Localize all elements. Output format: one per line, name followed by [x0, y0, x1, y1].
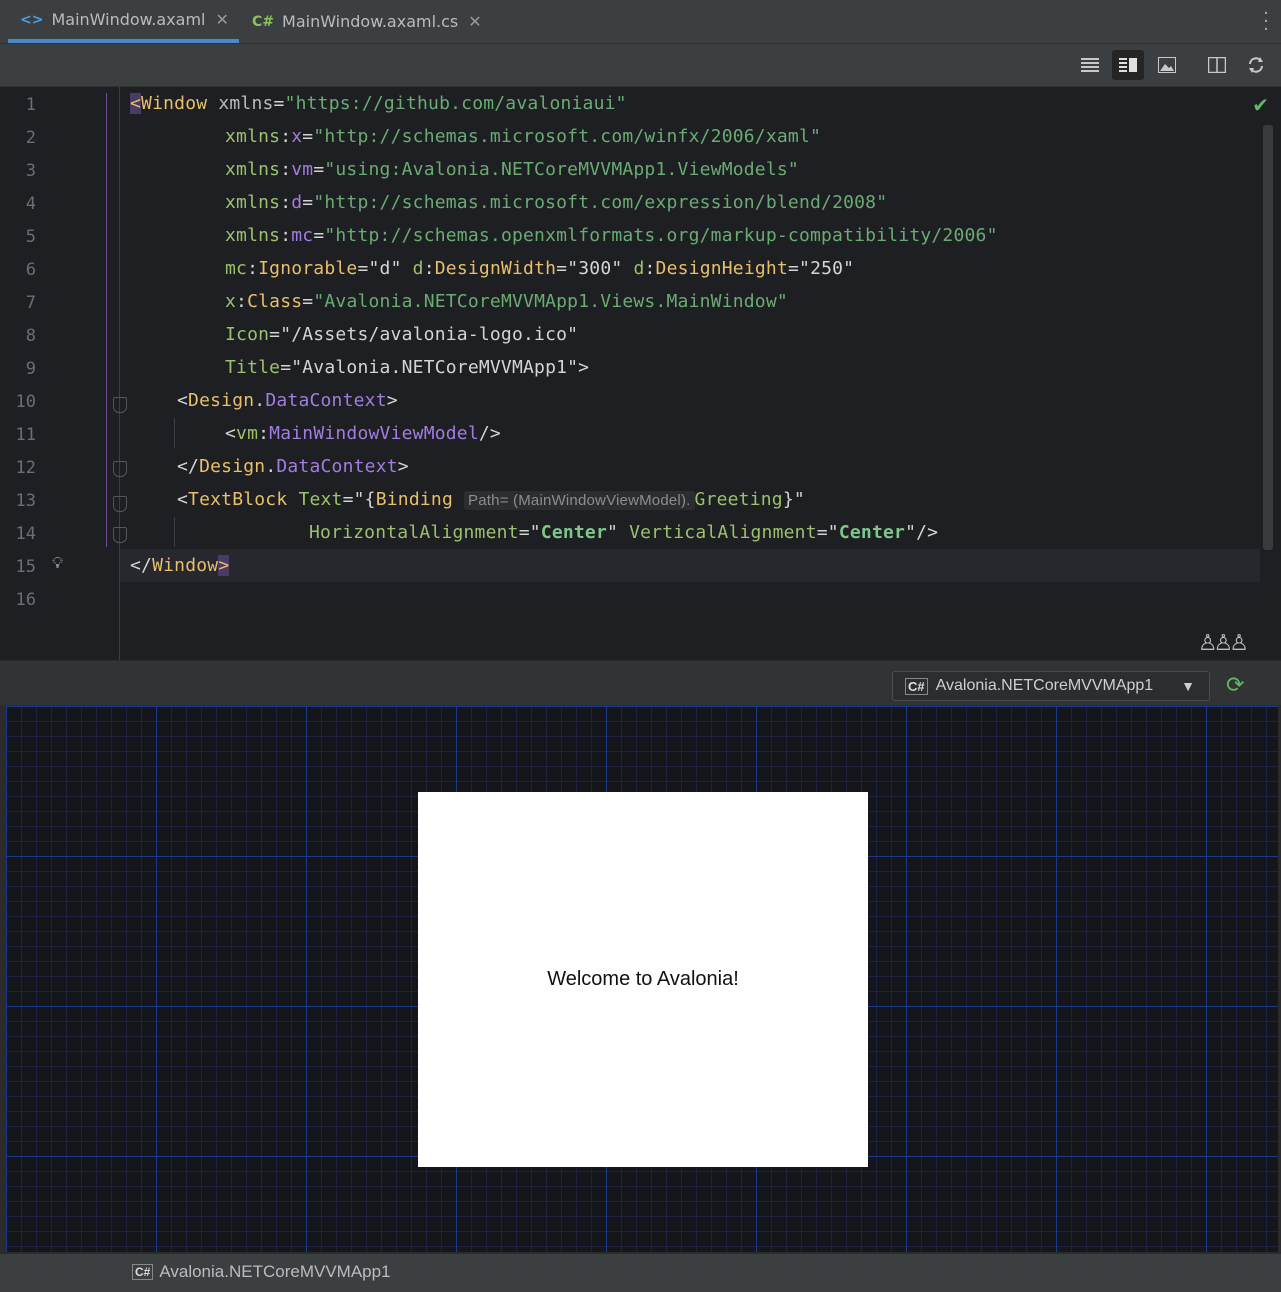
code-line: xmlns:vm="using:Avalonia.NETCoreMVVMApp1…: [225, 159, 799, 180]
list-view-icon[interactable]: [1074, 50, 1106, 80]
split-vertical-icon[interactable]: [1201, 50, 1233, 80]
tab-label: MainWindow.axaml: [51, 10, 206, 29]
ai-assistant-icon[interactable]: ♙♙♙: [1198, 631, 1249, 656]
project-config-label: Avalonia.NETCoreMVVMApp1: [935, 677, 1154, 694]
code-line: xmlns:d="http://schemas.microsoft.com/ex…: [225, 192, 888, 213]
preview-toolbar: C# Avalonia.NETCoreMVVMApp1 ▼ ⟳: [0, 661, 1281, 705]
window-preview[interactable]: Welcome to Avalonia!: [418, 792, 868, 1167]
code-line: <TextBlock Text="{Binding Path= (MainWin…: [177, 489, 805, 510]
code-line: Icon="/Assets/avalonia-logo.ico": [225, 324, 579, 345]
csharp-project-icon: C#: [132, 1264, 154, 1280]
code-line: <Design.DataContext>: [177, 390, 398, 411]
status-project-label: Avalonia.NETCoreMVVMApp1: [159, 1262, 391, 1281]
code-line: Title="Avalonia.NETCoreMVVMApp1">: [225, 357, 590, 378]
code-line: mc:Ignorable="d" d:DesignWidth="300" d:D…: [225, 258, 855, 279]
line-number: 11: [15, 425, 36, 445]
line-number: 15: [15, 557, 36, 577]
tab-mainwindow-axaml[interactable]: <> MainWindow.axaml ✕: [8, 0, 239, 43]
code-line: HorizontalAlignment="Center" VerticalAli…: [309, 522, 939, 543]
line-number: 5: [25, 227, 36, 247]
code-editor[interactable]: 1 2 3 4 5 6 7 8 9 10 11 12 13 14 15 16 <…: [0, 87, 1281, 660]
code-line: </Design.DataContext>: [177, 456, 409, 477]
line-number: 12: [15, 458, 36, 478]
fold-marker-icon[interactable]: [113, 527, 127, 543]
vertical-scrollbar[interactable]: [1263, 125, 1273, 550]
code-line: </Window>: [130, 555, 230, 576]
status-project[interactable]: C# Avalonia.NETCoreMVVMApp1: [132, 1262, 391, 1282]
sync-icon[interactable]: [1240, 50, 1272, 80]
line-number: 16: [15, 590, 36, 610]
check-icon: ✔: [1252, 93, 1269, 117]
line-number: 6: [25, 260, 36, 280]
split-view-icon[interactable]: [1112, 50, 1144, 80]
tab-mainwindow-axaml-cs[interactable]: C# MainWindow.axaml.cs ✕: [252, 0, 482, 43]
code-line: xmlns:mc="http://schemas.openxmlformats.…: [225, 225, 998, 246]
indent-guide: [174, 418, 175, 448]
line-number: 14: [15, 524, 36, 544]
current-line-highlight: [120, 549, 1260, 582]
axaml-file-icon: <>: [20, 11, 44, 28]
csharp-project-icon: C#: [905, 677, 928, 695]
line-number: 3: [25, 161, 36, 181]
line-number: 13: [15, 491, 36, 511]
image-view-icon[interactable]: [1151, 50, 1183, 80]
code-line: xmlns:x="http://schemas.microsoft.com/wi…: [225, 126, 822, 147]
line-number: 4: [25, 194, 36, 214]
code-line: x:Class="Avalonia.NETCoreMVVMApp1.Views.…: [225, 291, 788, 312]
editor-toolbar: [0, 44, 1281, 87]
line-number: 10: [15, 392, 36, 412]
chevron-down-icon: ▼: [1181, 678, 1195, 694]
fold-marker-icon[interactable]: [113, 461, 127, 477]
code-line: <vm:MainWindowViewModel/>: [225, 423, 501, 444]
line-number: 8: [25, 326, 36, 346]
line-number: 9: [25, 359, 36, 379]
fold-marker-icon[interactable]: [113, 496, 127, 512]
inlay-hint: Path= (MainWindowViewModel).: [464, 491, 695, 510]
line-number: 1: [25, 95, 36, 115]
tab-label: MainWindow.axaml.cs: [282, 12, 459, 31]
close-icon[interactable]: ✕: [468, 12, 481, 31]
fold-marker-icon[interactable]: [113, 397, 127, 413]
csharp-file-icon: C#: [252, 13, 275, 30]
line-number: 2: [25, 128, 36, 148]
more-options-icon[interactable]: · · ·: [1261, 5, 1271, 39]
editor-tab-bar: <> MainWindow.axaml ✕ C# MainWindow.axam…: [0, 0, 1281, 44]
line-number: 7: [25, 293, 36, 313]
indent-guide: [174, 517, 175, 547]
project-config-select[interactable]: C# Avalonia.NETCoreMVVMApp1 ▼: [892, 671, 1210, 701]
status-bar: C# Avalonia.NETCoreMVVMApp1: [0, 1253, 1281, 1292]
close-icon[interactable]: ✕: [215, 10, 228, 29]
refresh-icon[interactable]: ⟳: [1226, 673, 1244, 698]
code-line: <Window xmlns="https://github.com/avalon…: [130, 93, 627, 114]
scope-indicator: [106, 93, 107, 547]
design-preview-canvas[interactable]: Welcome to Avalonia!: [6, 706, 1278, 1252]
lightbulb-icon[interactable]: 💡︎: [52, 553, 63, 573]
preview-text: Welcome to Avalonia!: [547, 968, 739, 990]
